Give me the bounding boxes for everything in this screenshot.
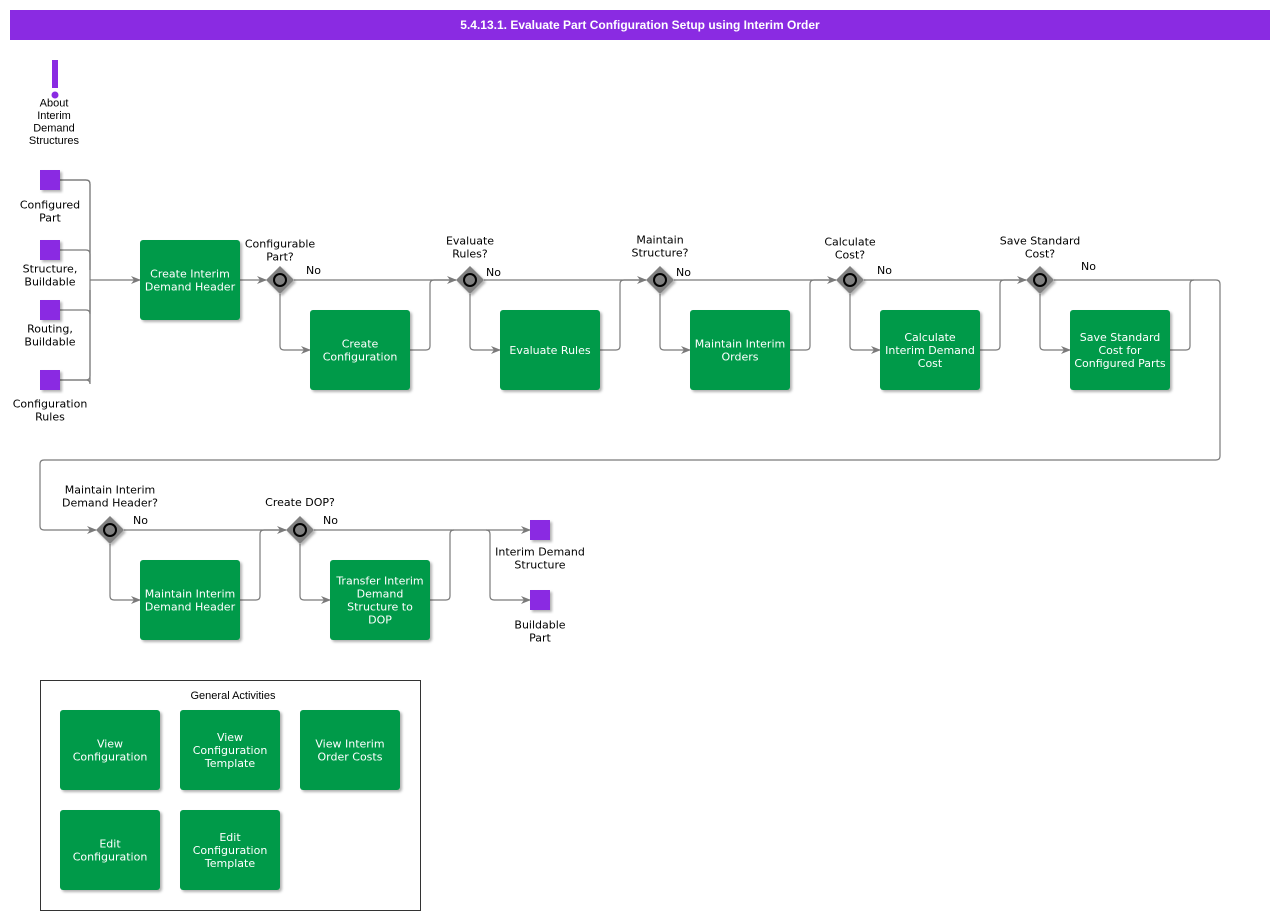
task-label: Maintain Interim Demand Header [145,588,236,614]
gateway-diamond-icon[interactable] [266,266,294,294]
sequence-flow [600,279,646,351]
task-create-interim-demand-header[interactable]: Create Interim Demand Header [140,240,240,320]
data-object-icon[interactable] [530,590,550,610]
data-object-icon[interactable] [40,300,60,320]
exclamation-icon[interactable] [52,60,58,88]
sequence-flow [659,294,691,354]
sequence-flow [1170,279,1195,351]
gateway-diamond-icon[interactable] [286,516,314,544]
data-object-icon[interactable] [40,240,60,260]
data-object-structure-buildable[interactable]: Structure, Buildable [23,240,78,289]
gateway-no-label: No [323,514,338,527]
sequence-flow [980,279,1026,351]
gateway[interactable]: Configurable Part?No [245,238,321,295]
gateway-diamond-icon[interactable] [456,266,484,294]
gateway[interactable]: Save Standard Cost?No [1000,235,1097,295]
input-association [60,179,91,270]
sequence-flow [240,529,286,601]
sequence-flow [430,529,455,601]
gateway-no-label: No [306,264,321,277]
input-association [60,290,91,315]
gateway-question: Calculate Cost? [824,236,876,262]
task-transfer-to-dop[interactable]: Transfer Interim Demand Structure to DOP [330,560,430,640]
data-object-icon[interactable] [40,370,60,390]
sequence-flow [469,294,501,354]
gateway[interactable]: Maintain Interim Demand Header? No [62,484,158,545]
gateway[interactable]: Create DOP? No [265,496,338,544]
annotation-about-interim-demand-structures[interactable]: About Interim Demand Structures [29,60,80,147]
gateway-no-label: No [486,266,501,279]
gateway-question: Save Standard Cost? [1000,235,1081,261]
data-object-icon[interactable] [40,170,60,190]
task-edit-configuration-template[interactable]: Edit Configuration Template [180,810,280,890]
general-activities-title: General Activities [191,690,276,702]
sequence-flow [1039,294,1071,354]
task-view-interim-order-costs[interactable]: View Interim Order Costs [300,710,400,790]
nodes: About Interim Demand Structures Configured Pa… [13,60,1170,911]
data-object-label: Buildable Part [514,619,565,645]
data-object-label: Routing, Buildable [24,323,75,349]
gateway-no-label: No [1081,260,1096,273]
sequence-flow [790,279,836,351]
gateway-no-label: No [877,264,892,277]
task-view-configuration-template[interactable]: View Configuration Template [180,710,280,790]
data-object-label: Structure, Buildable [23,263,78,289]
task-label: View Interim Order Costs [315,738,384,764]
annotation-label: About Interim Demand Structures [29,97,80,147]
gateway-question: Maintain Structure? [631,234,688,260]
gateway-question: Evaluate Rules? [446,235,494,261]
gateway[interactable]: Calculate Cost?No [824,236,892,295]
sequence-flow [109,544,141,604]
gateway-question: Create DOP? [265,496,335,509]
data-object-configured-part[interactable]: Configured Part [20,170,80,225]
gateway-diamond-icon[interactable] [1026,266,1054,294]
task-edit-configuration[interactable]: Edit Configuration [60,810,160,890]
gateway-no-label: No [133,514,148,527]
data-object-label: Interim Demand Structure [495,546,585,572]
task-label: Evaluate Rules [509,344,590,357]
sequence-flow [299,544,331,604]
task-maintain-interim-orders[interactable]: Maintain Interim Orders [690,310,790,390]
data-object-configuration-rules[interactable]: Configuration Rules [13,370,88,424]
data-object-label: Configuration Rules [13,398,88,424]
gateway-diamond-icon[interactable] [96,516,124,544]
task-calculate-interim-demand-cost[interactable]: Calculate Interim Demand Cost [880,310,980,390]
data-object-routing-buildable[interactable]: Routing, Buildable [24,300,76,349]
process-diagram: About Interim Demand Structures Configured Pa… [13,60,1221,911]
sequence-flow [279,294,311,354]
task-maintain-interim-demand-header[interactable]: Maintain Interim Demand Header [140,560,240,640]
data-object-interim-demand-structure[interactable]: Interim Demand Structure [495,520,585,572]
task-view-configuration[interactable]: View Configuration [60,710,160,790]
task-create-configuration[interactable]: Create Configuration [310,310,410,390]
gateway-question: Configurable Part? [245,238,316,264]
data-object-buildable-part[interactable]: Buildable Part [514,590,566,645]
task-evaluate-rules[interactable]: Evaluate Rules [500,310,600,390]
gateway-no-label: No [676,266,691,279]
gateway-diamond-icon[interactable] [836,266,864,294]
gateway[interactable]: Evaluate Rules? No [446,235,501,295]
gateway-question: Maintain Interim Demand Header? [62,484,158,510]
sequence-flow [410,279,456,351]
data-object-icon[interactable] [530,520,550,540]
data-object-label: Configured Part [20,199,80,225]
task-label: Create Interim Demand Header [145,268,236,294]
sequence-flow [849,294,881,354]
task-save-standard-cost[interactable]: Save Standard Cost for Configured Parts [1070,310,1170,390]
gateway-diamond-icon[interactable] [646,266,674,294]
gateway[interactable]: Maintain Structure? No [631,234,691,295]
